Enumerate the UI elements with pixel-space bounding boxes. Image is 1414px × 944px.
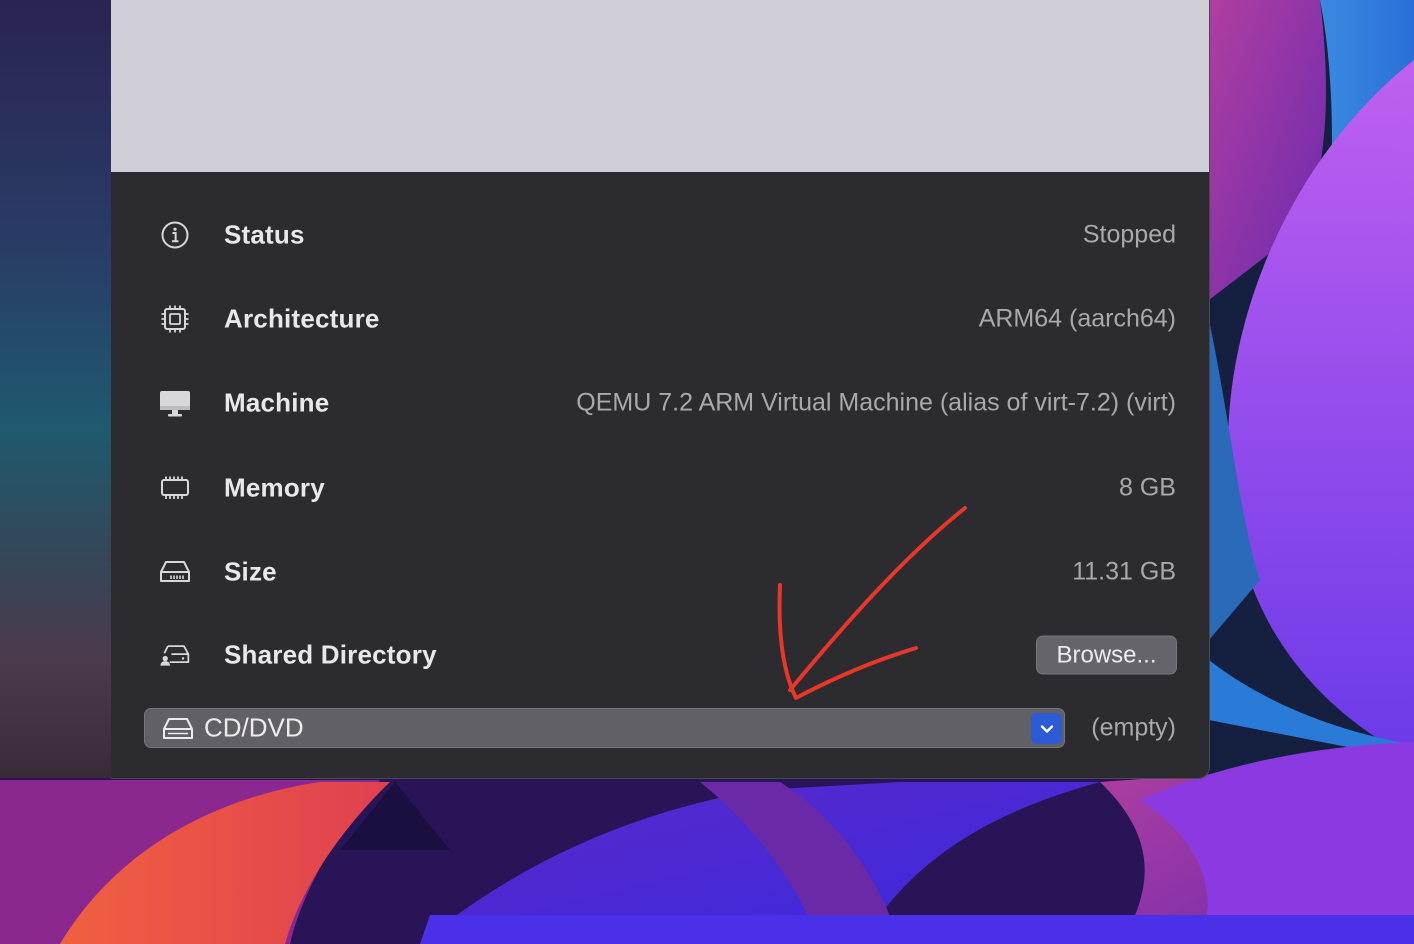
drive-icon <box>162 716 194 742</box>
size-value: 11.31 GB <box>1072 557 1176 586</box>
detail-row-architecture: Architecture ARM64 (aarch64) <box>111 277 1209 361</box>
chevron-down-icon[interactable] <box>1031 713 1062 744</box>
detail-row-status: Status Stopped <box>111 193 1209 277</box>
vm-details-window: Status Stopped Architecture ARM64 (aarch… <box>111 0 1210 779</box>
detail-row-size: Size 11.31 GB <box>111 530 1209 614</box>
cd-dvd-label: CD/DVD <box>204 712 304 743</box>
detail-label: Shared Directory <box>224 639 437 670</box>
vm-preview-area[interactable] <box>111 0 1209 172</box>
memory-icon <box>159 472 191 504</box>
detail-label: Memory <box>224 472 325 503</box>
detail-label: Architecture <box>224 303 380 334</box>
sidebar-edge <box>0 0 112 778</box>
detail-row-machine: Machine QEMU 7.2 ARM Virtual Machine (al… <box>111 361 1209 445</box>
machine-value: QEMU 7.2 ARM Virtual Machine (alias of v… <box>576 388 1176 417</box>
detail-label: Size <box>224 556 277 587</box>
info-icon <box>159 219 191 251</box>
detail-row-memory: Memory 8 GB <box>111 446 1209 530</box>
browse-button[interactable]: Browse... <box>1036 635 1177 675</box>
shared-drive-icon <box>159 639 191 671</box>
detail-label: Machine <box>224 387 330 418</box>
cd-dvd-drive-select[interactable]: CD/DVD <box>144 708 1065 748</box>
cpu-icon <box>159 303 191 335</box>
cd-dvd-value: (empty) <box>1091 713 1176 742</box>
status-value: Stopped <box>1082 220 1176 249</box>
architecture-value: ARM64 (aarch64) <box>978 304 1176 333</box>
detail-row-shared-directory: Shared Directory Browse... <box>111 613 1209 697</box>
display-icon <box>159 387 191 419</box>
drive-icon <box>159 556 191 588</box>
memory-value: 8 GB <box>1119 473 1176 502</box>
detail-label: Status <box>224 219 305 250</box>
